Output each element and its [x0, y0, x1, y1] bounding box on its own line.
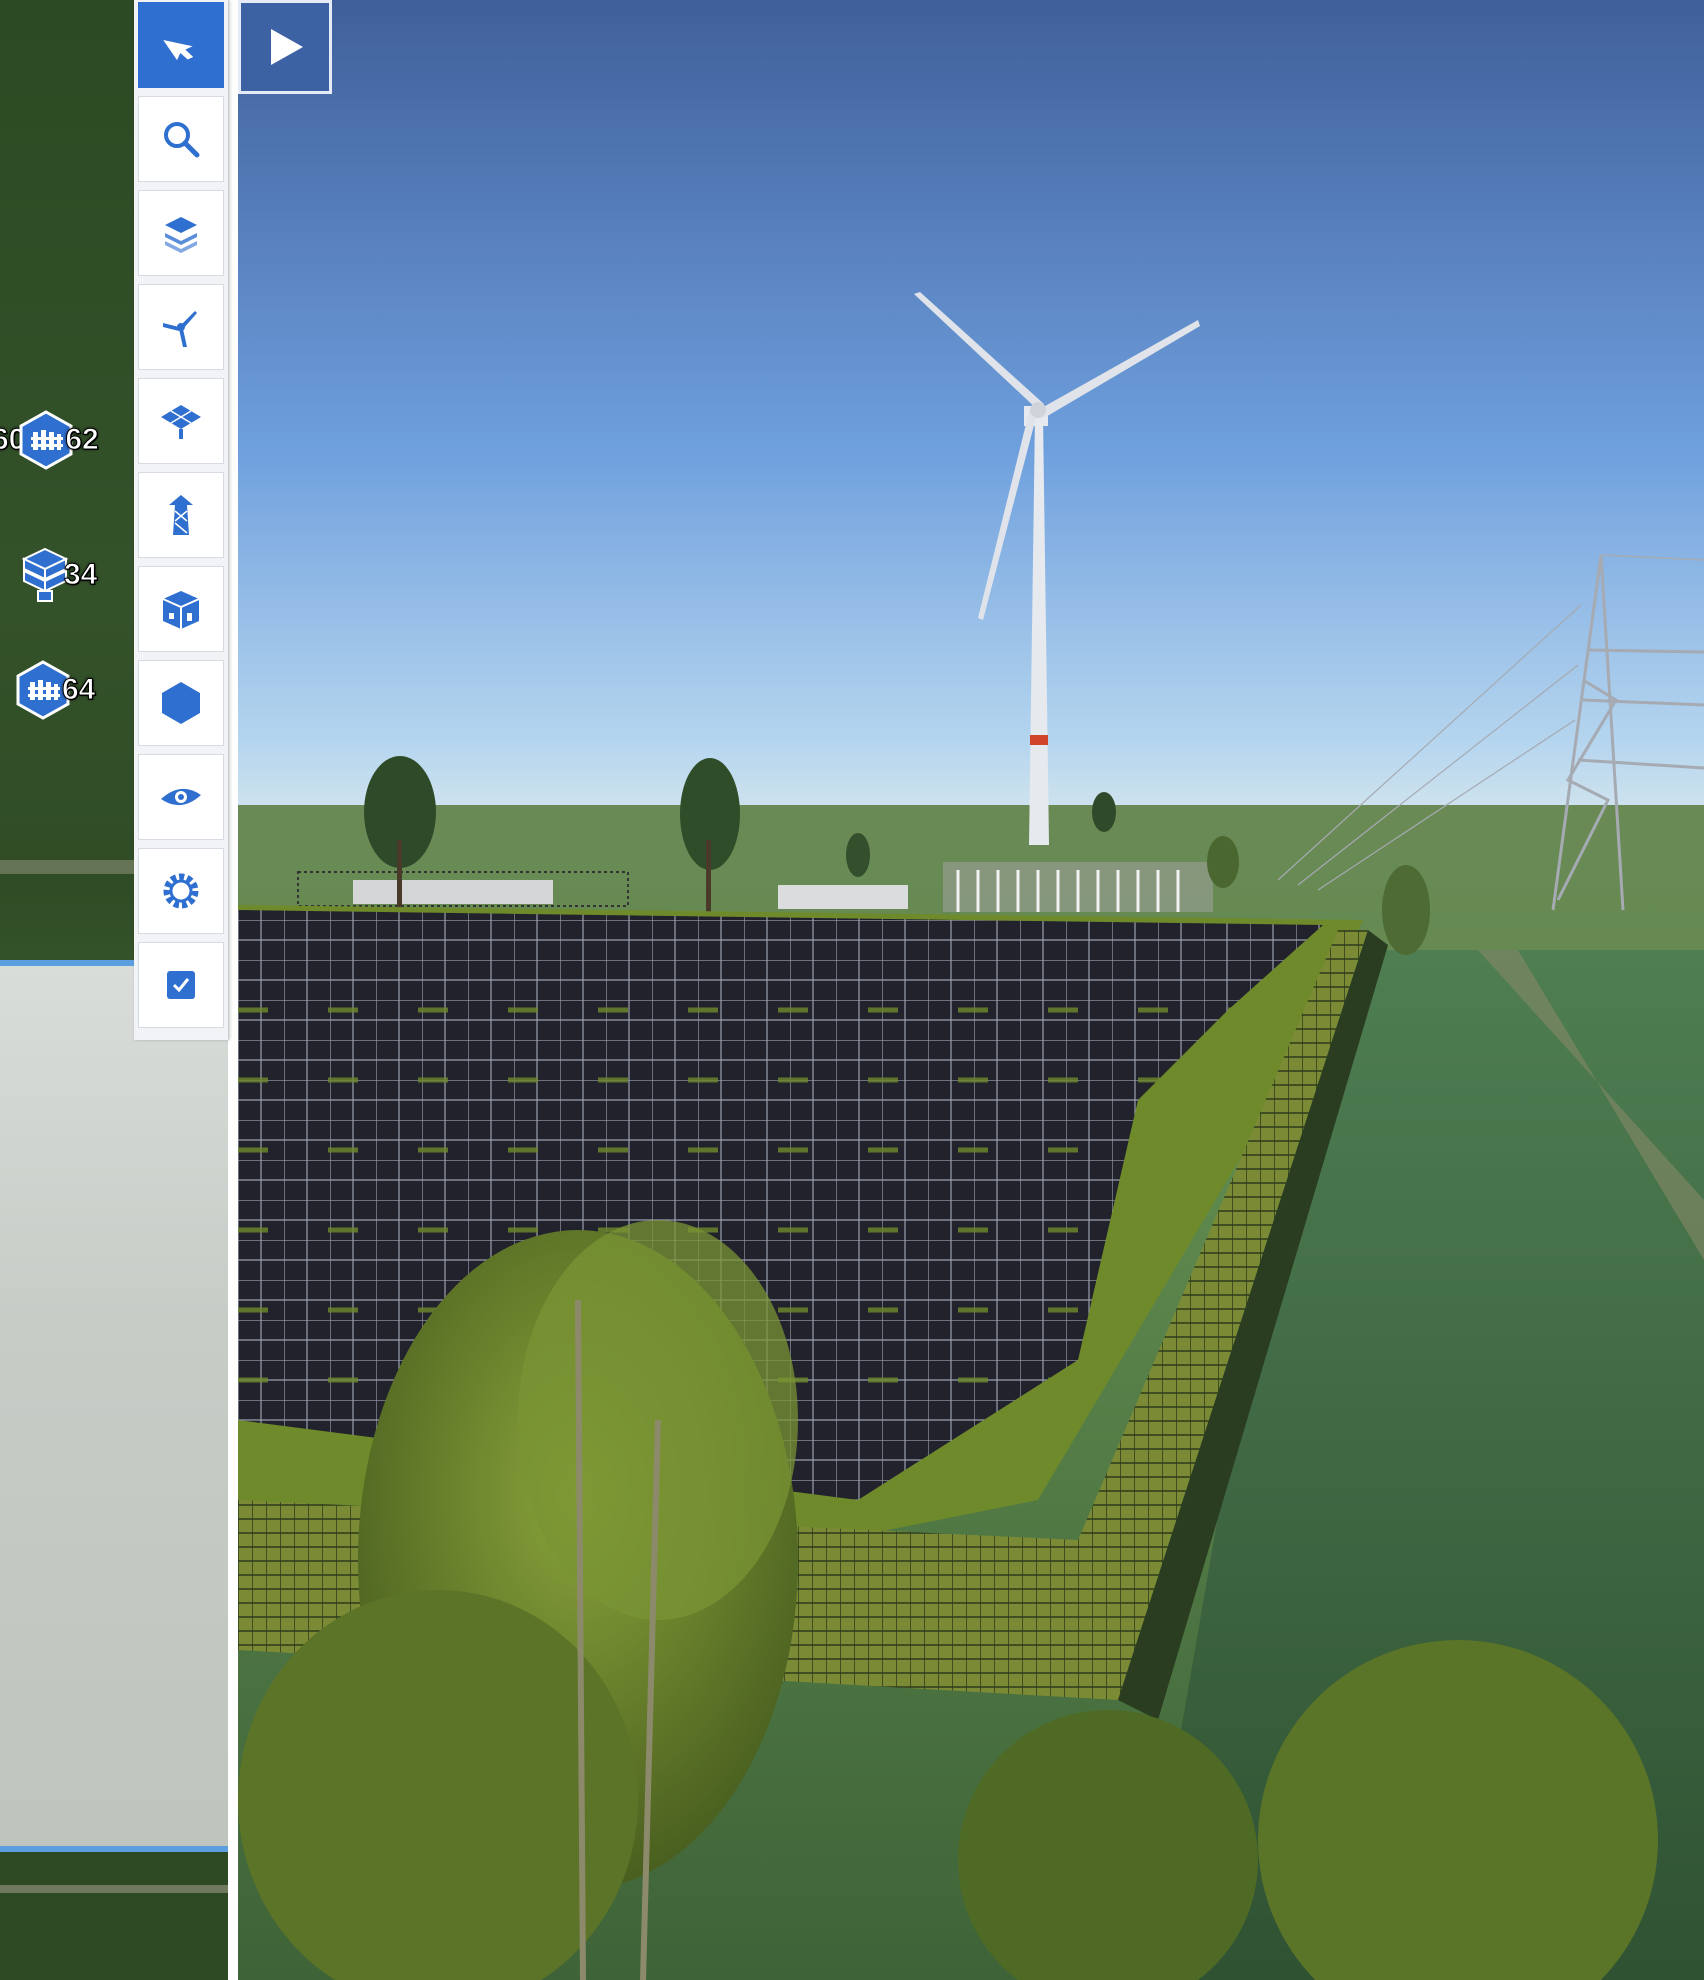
panel-divider[interactable] — [228, 0, 238, 1980]
checklist-tool-button[interactable] — [138, 942, 224, 1028]
wind-turbine-tool-button[interactable] — [138, 284, 224, 370]
solar-panel-tool-button[interactable] — [138, 378, 224, 464]
magnifier-icon — [164, 122, 200, 158]
solar-panel-icon — [161, 405, 201, 439]
marker-label: 62 — [65, 423, 99, 457]
marker-label: 64 — [61, 673, 96, 707]
layers-icon — [165, 217, 197, 253]
building-box-icon — [162, 591, 200, 629]
building-tool-button[interactable] — [138, 566, 224, 652]
map-selected-area[interactable] — [0, 960, 228, 1852]
camera-view-tool-button[interactable] — [138, 754, 224, 840]
play-icon — [271, 29, 303, 65]
marker-label: 34 — [63, 558, 98, 592]
tool-sidebar — [134, 0, 229, 1040]
transmission-tower-tool-button[interactable] — [138, 472, 224, 558]
sky — [238, 0, 1704, 810]
map-marker-storage[interactable]: 34 — [18, 545, 98, 605]
cursor-arrow-icon — [163, 40, 194, 61]
map-road — [0, 1885, 228, 1893]
scene-canvas[interactable] — [238, 0, 1704, 1980]
pylon-icon — [169, 495, 193, 535]
layers-tool-button[interactable] — [138, 190, 224, 276]
hexagon-icon — [162, 682, 200, 724]
object-tool-button[interactable] — [138, 660, 224, 746]
checkbox-icon — [167, 971, 195, 999]
map-marker-fence[interactable]: 64 — [16, 660, 96, 720]
settings-tool-button[interactable] — [138, 848, 224, 934]
search-tool-button[interactable] — [138, 96, 224, 182]
select-tool-button[interactable] — [138, 2, 224, 88]
map-marker-fence[interactable]: 60 62 — [0, 410, 99, 470]
3d-scene-viewport[interactable] — [238, 0, 1704, 1980]
gear-icon — [163, 873, 199, 909]
eye-view-icon — [161, 788, 201, 806]
wind-turbine-icon — [163, 311, 197, 347]
play-button[interactable] — [238, 0, 332, 94]
